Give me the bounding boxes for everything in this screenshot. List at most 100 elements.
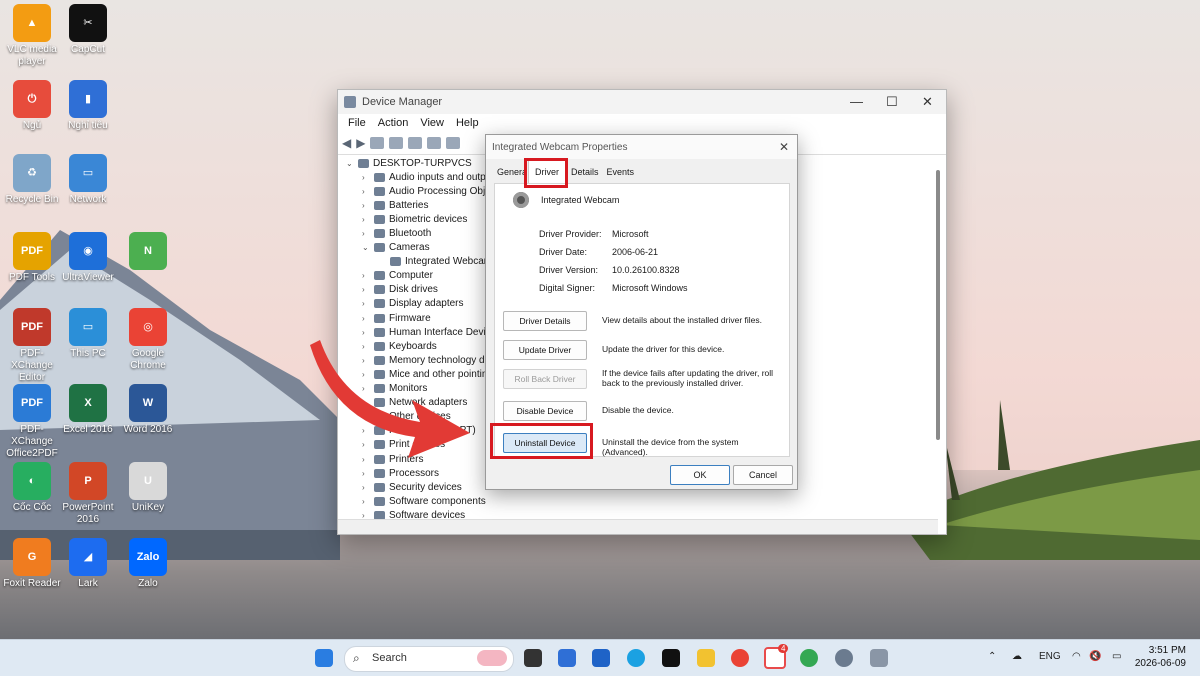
- forward-arrow-icon[interactable]: ▶: [356, 136, 365, 150]
- search-highlight-icon: [477, 650, 507, 666]
- chevron-right-icon[interactable]: ›: [362, 229, 372, 238]
- desktop-shortcut[interactable]: U UniKey: [116, 462, 180, 514]
- tab-details[interactable]: Details: [568, 163, 602, 183]
- capcut-taskbar-icon[interactable]: [662, 649, 680, 667]
- desktop-shortcut[interactable]: P PowerPoint 2016: [56, 462, 120, 526]
- chevron-right-icon[interactable]: ›: [362, 173, 372, 182]
- desktop-shortcut[interactable]: ♻ Recycle Bin: [0, 154, 64, 206]
- ok-button[interactable]: OK: [670, 465, 730, 485]
- outlook-icon[interactable]: [592, 649, 610, 667]
- desktop-shortcut[interactable]: ◎ Google Chrome: [116, 308, 180, 372]
- desktop-shortcut[interactable]: N: [116, 232, 180, 272]
- task-view-icon[interactable]: [524, 649, 542, 667]
- language-indicator[interactable]: ENG: [1039, 651, 1061, 662]
- desktop-shortcut[interactable]: ▮ Nghỉ tiêu: [56, 80, 120, 132]
- desktop-shortcut[interactable]: ▭ This PC: [56, 308, 120, 360]
- desktop-shortcut[interactable]: W Word 2016: [116, 384, 180, 436]
- chevron-right-icon[interactable]: ›: [362, 469, 372, 478]
- desktop-shortcut[interactable]: ▭ Network: [56, 154, 120, 206]
- scan-icon[interactable]: [427, 137, 442, 149]
- red-pointer-arrow: [310, 340, 470, 458]
- device-category-icon: [374, 285, 385, 295]
- minimize-icon[interactable]: —: [850, 94, 863, 109]
- menu-file[interactable]: File: [348, 117, 366, 129]
- desktop-shortcut[interactable]: Zalo Zalo: [116, 538, 180, 590]
- chevron-right-icon[interactable]: ›: [362, 497, 372, 506]
- chevron-down-icon[interactable]: ⌄: [362, 243, 372, 252]
- desktop-shortcut[interactable]: G Foxit Reader: [0, 538, 64, 590]
- help-icon[interactable]: [408, 137, 423, 149]
- taskbar-search[interactable]: ⌕ Search: [344, 646, 514, 672]
- wifi-icon[interactable]: ◠: [1072, 651, 1081, 662]
- chevron-right-icon[interactable]: ›: [362, 187, 372, 196]
- battery-icon[interactable]: ▭: [1112, 651, 1121, 662]
- chevron-right-icon[interactable]: ›: [362, 483, 372, 492]
- chevron-right-icon[interactable]: ›: [362, 314, 372, 323]
- driver-details-button[interactable]: Driver Details: [503, 311, 587, 331]
- desktop-shortcut[interactable]: ◢ Lark: [56, 538, 120, 590]
- google-chrome-icon: ◎: [129, 308, 167, 346]
- chevron-right-icon[interactable]: ›: [362, 299, 372, 308]
- menu-view[interactable]: View: [420, 117, 444, 129]
- dialog-close-icon[interactable]: ✕: [779, 140, 789, 154]
- chevron-right-icon[interactable]: ›: [362, 285, 372, 294]
- desktop-shortcut-label: PDF-XChange Editor: [11, 348, 53, 383]
- settings-gear-icon[interactable]: [835, 649, 853, 667]
- back-arrow-icon[interactable]: ◀: [342, 136, 351, 150]
- close-icon[interactable]: ✕: [922, 94, 933, 110]
- tree-node[interactable]: › Software components: [340, 494, 940, 508]
- chrome-taskbar-icon[interactable]: [731, 649, 749, 667]
- tab-events[interactable]: Events: [604, 163, 638, 183]
- file-explorer-icon[interactable]: [697, 649, 715, 667]
- excel-icon: X: [69, 384, 107, 422]
- chevron-right-icon[interactable]: ›: [362, 215, 372, 224]
- vertical-scrollbar[interactable]: [936, 170, 940, 440]
- desktop-shortcut[interactable]: PDF PDF-XChange Office2PDF: [0, 384, 64, 460]
- store-icon[interactable]: [558, 649, 576, 667]
- cancel-button[interactable]: Cancel: [733, 465, 793, 485]
- taskbar: ⌕ Search 4 ⌃ ☁ ENG ◠ 🔇 ▭ 3:51 PM 2026-06…: [0, 639, 1200, 676]
- desktop-shortcut[interactable]: ◉ UltraViewer: [56, 232, 120, 284]
- show-hide-icon[interactable]: [389, 137, 404, 149]
- desktop-shortcut[interactable]: ◐ Cốc Cốc: [0, 462, 64, 514]
- disable-device-button[interactable]: Disable Device: [503, 401, 587, 421]
- start-windows-icon[interactable]: [315, 649, 333, 667]
- chevron-right-icon[interactable]: ›: [362, 271, 372, 280]
- tree-node-label: Security devices: [389, 481, 462, 493]
- menu-help[interactable]: Help: [456, 117, 479, 129]
- chevron-right-icon[interactable]: ›: [362, 201, 372, 210]
- tree-node-label: DESKTOP-TURPVCS: [373, 157, 472, 169]
- update-driver-button[interactable]: Update Driver: [503, 340, 587, 360]
- desktop-shortcut[interactable]: X Excel 2016: [56, 384, 120, 436]
- speaker-muted-icon[interactable]: 🔇: [1089, 651, 1101, 662]
- roll-back-driver-description: If the device fails after updating the d…: [602, 368, 774, 388]
- edge-icon[interactable]: [627, 649, 645, 667]
- maximize-icon[interactable]: ☐: [886, 94, 898, 110]
- onedrive-icon[interactable]: ☁: [1012, 651, 1022, 662]
- dialog-titlebar[interactable]: Integrated Webcam Properties: [486, 135, 797, 159]
- horizontal-scrollbar[interactable]: [338, 519, 938, 534]
- driver-version-value: 10.0.26100.8328: [612, 265, 680, 275]
- taskbar-clock[interactable]: 3:51 PM 2026-06-09: [1135, 644, 1186, 670]
- search-icon: ⌕: [353, 651, 360, 665]
- roll-back-driver-button[interactable]: Roll Back Driver: [503, 369, 587, 389]
- device-manager-taskbar-icon[interactable]: [870, 649, 888, 667]
- monitor-icon[interactable]: [446, 137, 461, 149]
- chevron-down-icon[interactable]: ⌄: [346, 159, 356, 168]
- driver-date-label: Driver Date:: [539, 247, 588, 257]
- tab-driver[interactable]: Driver: [528, 160, 566, 183]
- tab-general[interactable]: General: [494, 163, 526, 183]
- device-name: Integrated Webcam: [541, 195, 620, 205]
- desktop-shortcut[interactable]: ⏻ Ngủ: [0, 80, 64, 132]
- desktop-shortcut[interactable]: PDF PDF-XChange Editor: [0, 308, 64, 384]
- desktop-shortcut[interactable]: ✂ CapCut: [56, 4, 120, 56]
- chevron-up-icon[interactable]: ⌃: [988, 651, 996, 662]
- properties-icon[interactable]: [370, 137, 385, 149]
- desktop-shortcut[interactable]: ▲ VLC media player: [0, 4, 64, 68]
- chrome-profile-icon[interactable]: [800, 649, 818, 667]
- uninstall-device-button[interactable]: Uninstall Device: [503, 433, 587, 453]
- device-category-icon: [374, 496, 385, 506]
- menu-action[interactable]: Action: [378, 117, 409, 129]
- webcam-properties-dialog[interactable]: Integrated Webcam Properties ✕ General D…: [485, 134, 798, 490]
- desktop-shortcut[interactable]: PDF PDF Tools: [0, 232, 64, 284]
